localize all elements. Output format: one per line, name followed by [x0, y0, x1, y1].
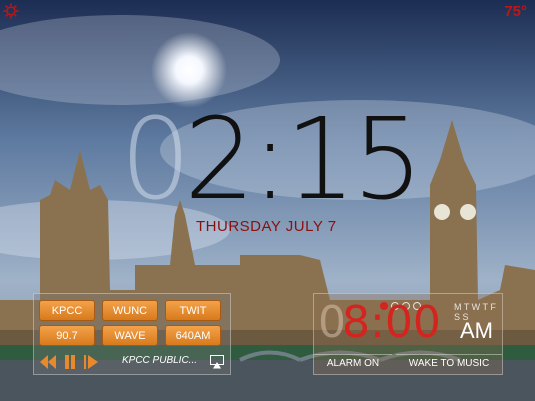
- alarm-time: 8:00: [342, 297, 441, 348]
- alarm-on-button[interactable]: ALARM ON: [314, 354, 392, 373]
- station-button[interactable]: 90.7: [39, 325, 95, 346]
- next-icon[interactable]: [84, 355, 100, 369]
- clock-ghost-digit: 0: [120, 95, 191, 225]
- alarm-ampm: AM: [460, 318, 493, 343]
- station-button[interactable]: WUNC: [102, 300, 158, 321]
- alarm-panel[interactable]: 0 8:00 M T W T F S S AM ALARM ON WAKE TO…: [313, 293, 503, 375]
- main-clock: 0 2:15: [120, 95, 424, 225]
- temperature-readout: 75°: [504, 3, 527, 20]
- date-label: THURSDAY JULY 7: [196, 218, 337, 235]
- radio-panel: KPCC WUNC TWIT 90.7 WAVE 640AM KPCC PUBL…: [33, 293, 231, 375]
- now-playing-label: KPCC PUBLIC...: [122, 355, 198, 366]
- settings-icon[interactable]: [3, 3, 19, 19]
- pause-icon[interactable]: [64, 355, 76, 369]
- station-button[interactable]: TWIT: [165, 300, 221, 321]
- station-button[interactable]: KPCC: [39, 300, 95, 321]
- station-button[interactable]: 640AM: [165, 325, 221, 346]
- clock-time: 2:15: [184, 95, 424, 225]
- airplay-icon[interactable]: [210, 355, 224, 369]
- station-button[interactable]: WAVE: [102, 325, 158, 346]
- wake-to-music-button[interactable]: WAKE TO MUSIC: [396, 354, 502, 373]
- prev-icon[interactable]: [40, 355, 56, 369]
